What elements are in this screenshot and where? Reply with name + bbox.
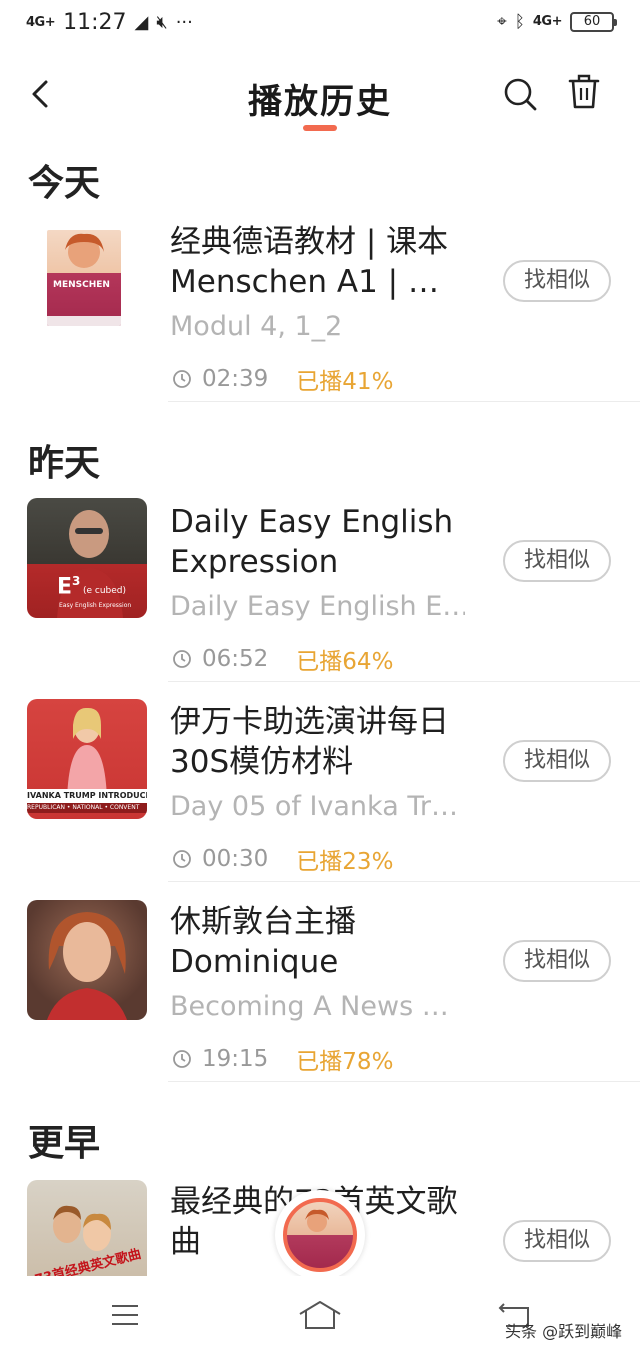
item-meta: 00:30 已播23%	[172, 842, 393, 876]
home-button[interactable]	[298, 1300, 342, 1330]
album-cover-dominique	[27, 900, 147, 1020]
find-similar-button[interactable]: 找相似	[503, 540, 611, 582]
item-meta: 19:15 已播78%	[172, 1042, 393, 1076]
search-icon	[504, 78, 537, 111]
ivanka-convention-text: REPUBLICAN • NATIONAL • CONVENT	[27, 803, 147, 813]
ivanka-caption: IVANKA TRUMP INTRODUCING	[27, 789, 147, 803]
item-subtitle: Modul 4, 1_2	[170, 311, 343, 342]
menschen-cover-art	[47, 233, 121, 326]
list-item[interactable]: IVANKA TRUMP INTRODUCING REPUBLICAN • NA…	[0, 682, 640, 882]
e3-cover-art	[57, 510, 123, 618]
location-icon: ⌖	[497, 12, 507, 32]
signal-icon: 4G+	[26, 14, 56, 30]
item-progress: 已播78%	[296, 1049, 394, 1075]
more-notifications-icon: ···	[175, 12, 193, 33]
item-title: 经典德语教材 | 课本 Menschen A1 | …	[170, 224, 449, 300]
section-title-yesterday: 昨天	[28, 443, 101, 484]
menu-button[interactable]	[110, 1302, 140, 1328]
item-progress: 已播64%	[296, 649, 394, 675]
dominique-cover-art	[47, 912, 127, 1020]
find-similar-button[interactable]: 找相似	[503, 260, 611, 302]
item-title: Daily Easy English Expression	[170, 504, 454, 580]
find-similar-button[interactable]: 找相似	[503, 740, 611, 782]
status-bar: 4G+ 11:27 ◢ 🔇︎ ··· ⌖ ᛒ 4G+ 60	[0, 0, 640, 52]
menu-icon	[112, 1305, 138, 1325]
item-subtitle: Day 05 of Ivanka Tr…	[170, 791, 458, 822]
menschen-cover-text: MENSCHEN	[53, 280, 110, 290]
find-similar-button[interactable]: 找相似	[503, 940, 611, 982]
clock-icon	[173, 650, 191, 668]
item-title: 伊万卡助选演讲每日30S模仿材料	[170, 704, 449, 780]
item-progress: 已播41%	[296, 369, 394, 395]
clock-icon	[173, 370, 191, 388]
divider	[168, 1081, 640, 1082]
bluetooth-icon: ᛒ	[514, 12, 525, 32]
mini-player[interactable]	[275, 1190, 365, 1280]
e3-subtitle: (e cubed)	[83, 586, 127, 596]
album-cover-e3: E3 (e cubed) Easy English Expression	[27, 498, 147, 618]
mute-icon: 🔇︎	[156, 12, 168, 33]
album-cover-menschen: MENSCHEN	[47, 230, 121, 326]
item-progress: 已播23%	[296, 849, 394, 875]
e3-caption: Easy English Expression	[59, 602, 132, 609]
item-duration: 06:52	[202, 646, 269, 672]
list-item[interactable]: E3 (e cubed) Easy English Expression Dai…	[0, 482, 640, 682]
list-item[interactable]: MENSCHEN 经典德语教材 | 课本 Menschen A1 | … Mod…	[0, 202, 640, 402]
item-duration: 02:39	[202, 366, 269, 392]
header: 播放历史	[0, 52, 640, 142]
mini-player-art	[305, 1209, 329, 1232]
battery-indicator: 60	[570, 12, 617, 32]
item-duration: 19:15	[202, 1046, 269, 1072]
signal-icon-right: 4G+	[532, 14, 563, 29]
e3-letter: E3	[57, 574, 81, 600]
status-time: 11:27	[63, 10, 127, 35]
delete-button[interactable]	[564, 70, 604, 114]
divider	[168, 401, 640, 402]
page-title: 播放历史	[248, 82, 392, 122]
item-meta: 02:39 已播41%	[172, 362, 393, 396]
section-title-earlier: 更早	[28, 1123, 101, 1164]
item-meta: 06:52 已播64%	[172, 642, 393, 676]
list-item[interactable]: 休斯敦台主播 Dominique Becoming A News … 19:15…	[0, 882, 640, 1082]
telegram-icon: ◢	[134, 12, 149, 33]
album-cover-ivanka: IVANKA TRUMP INTRODUCING REPUBLICAN • NA…	[27, 699, 147, 819]
item-title: 休斯敦台主播 Dominique	[170, 904, 356, 980]
clock-icon	[173, 850, 191, 868]
trash-icon	[568, 74, 600, 109]
album-cover-songs: 73首经典英文歌曲	[27, 1180, 147, 1276]
item-duration: 00:30	[202, 846, 269, 872]
item-subtitle: Daily Easy English E…	[170, 591, 465, 622]
home-icon	[299, 1301, 341, 1329]
watermark: 头条 @跃到巅峰	[505, 1322, 623, 1341]
clock-icon	[173, 1050, 191, 1068]
title-underline	[303, 125, 337, 131]
item-subtitle: Becoming A News …	[170, 991, 449, 1022]
find-similar-button[interactable]: 找相似	[503, 1220, 611, 1262]
mini-player-cover	[283, 1198, 357, 1272]
section-title-today: 今天	[28, 163, 101, 204]
search-button[interactable]	[500, 72, 540, 116]
